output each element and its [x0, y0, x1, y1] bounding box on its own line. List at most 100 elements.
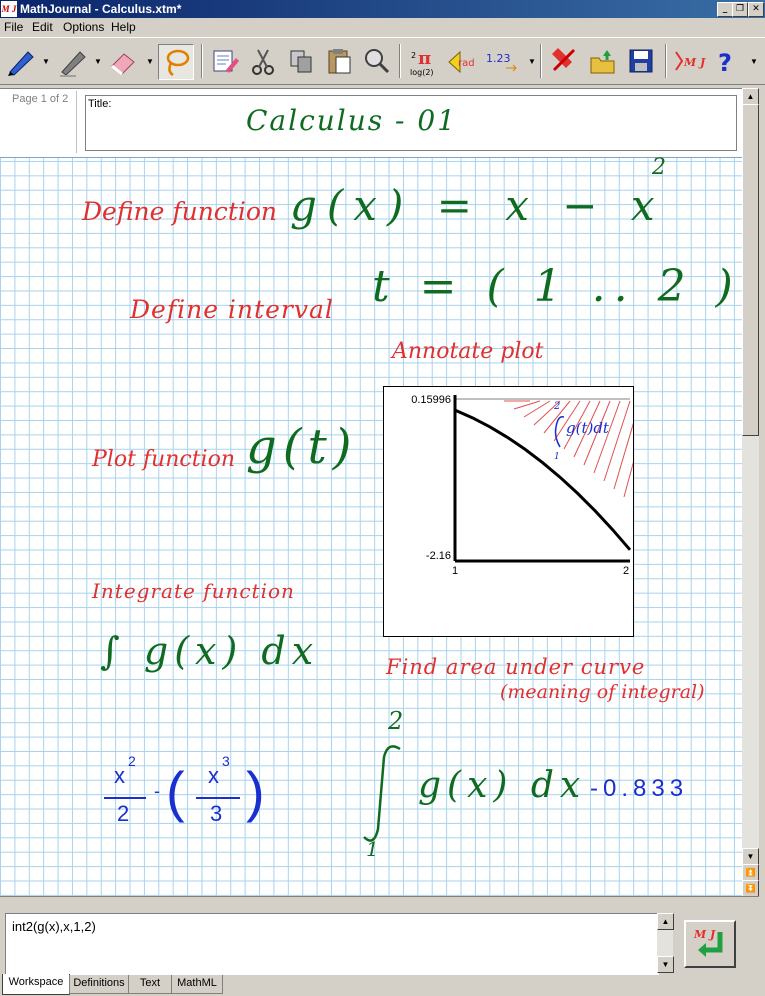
command-scrollbar[interactable]: ▲ ▼	[657, 913, 674, 973]
note-integrate-function[interactable]: Integrate function	[92, 579, 295, 603]
math-plot-call[interactable]: g(t)	[246, 419, 357, 475]
math-indefinite-integral[interactable]: ∫ g(x) dx	[100, 629, 319, 673]
annotation-lower-limit: 1	[554, 452, 560, 462]
title-ink: Calculus - 01	[246, 104, 458, 137]
svg-text:log(2): log(2)	[410, 68, 434, 77]
vertical-scrollbar[interactable]: ▲ ▼ ⏫ ⏬	[742, 88, 759, 897]
command-area	[5, 913, 659, 975]
scroll-down-icon[interactable]: ▼	[742, 848, 759, 865]
command-input[interactable]	[10, 918, 654, 935]
eraser-icon	[111, 53, 135, 76]
note-define-function[interactable]: Define function	[82, 197, 277, 226]
pi-icon: 2 π log(2)	[410, 48, 434, 77]
result-denominator-b: 3	[210, 801, 223, 826]
copy-button[interactable]	[284, 44, 318, 78]
scroll-up-icon[interactable]: ▲	[742, 88, 759, 105]
help-dropdown-icon[interactable]: ▼	[750, 57, 758, 66]
annotation-hatch-line	[593, 400, 621, 474]
close-button[interactable]: ✕	[748, 2, 764, 17]
menu-help[interactable]: Help	[111, 20, 136, 34]
plot-canvas: 0.15996-2.161 2g(t)dt21	[411, 394, 661, 577]
pen-dropdown-icon[interactable]: ▼	[42, 57, 50, 66]
pen-icon	[8, 51, 34, 76]
open-button[interactable]	[586, 44, 620, 78]
title-field[interactable]: Title: Calculus - 01	[85, 95, 737, 151]
svg-text:2: 2	[411, 51, 416, 60]
definite-integral-result[interactable]: -0.833	[590, 775, 688, 803]
mathml-export-button[interactable]: M J	[672, 44, 706, 78]
annotation-upper-limit: 2	[553, 401, 560, 412]
clear-button[interactable]	[546, 44, 580, 78]
svg-text:M J: M J	[693, 928, 716, 941]
recognize-button[interactable]	[360, 44, 394, 78]
result-denominator-a: 2	[117, 801, 130, 826]
lasso-tool-button[interactable]	[158, 44, 194, 80]
copy-icon	[290, 50, 312, 73]
note-annotate-plot[interactable]: Annotate plot	[392, 339, 544, 364]
enter-arrow-icon: M J	[693, 928, 723, 957]
help-button[interactable]: ?	[710, 44, 744, 78]
result-paren-close: )	[246, 760, 265, 823]
menu-options[interactable]: Options	[63, 20, 104, 34]
integral-upper-limit: 2	[388, 707, 404, 735]
execute-button[interactable]: M J	[684, 920, 736, 968]
tab-mathml[interactable]: MathML	[171, 975, 223, 994]
integral-result[interactable]: x 2 2 - ( x 3 3 )	[100, 751, 265, 831]
horizontal-splitter[interactable]	[0, 896, 759, 913]
minimize-button[interactable]: _	[717, 2, 733, 17]
y-tick-label-bottom: -2.16	[426, 550, 451, 562]
number-format-button[interactable]: 1.23	[484, 44, 528, 78]
text-note-button[interactable]	[208, 44, 242, 78]
restore-button[interactable]: ❐	[732, 2, 748, 17]
angle-rad-icon: rad	[448, 50, 475, 74]
cut-button[interactable]	[246, 44, 280, 78]
page-down-icon[interactable]: ⏬	[742, 880, 759, 897]
scissors-icon	[252, 49, 274, 75]
tab-text[interactable]: Text	[128, 975, 172, 994]
save-button[interactable]	[624, 44, 658, 78]
math-interval-definition[interactable]: t = ( 1 .. 2 )	[372, 261, 741, 312]
x-tick-label-left: 1	[452, 565, 458, 577]
page-up-icon[interactable]: ⏫	[742, 864, 759, 881]
svg-text:π: π	[418, 48, 431, 69]
paste-button[interactable]	[322, 44, 356, 78]
tab-workspace[interactable]: Workspace	[2, 974, 70, 995]
math-function-definition[interactable]: g(x) = x − x	[290, 181, 665, 230]
title-bar: M J MathJournal - Calculus.xtm* _ ❐ ✕	[0, 0, 765, 18]
menu-file[interactable]: File	[4, 20, 23, 34]
command-scroll-down-icon[interactable]: ▼	[657, 956, 674, 973]
eraser-tool-button[interactable]	[106, 44, 140, 78]
tab-definitions[interactable]: Definitions	[69, 975, 129, 994]
note-define-interval[interactable]: Define interval	[130, 295, 334, 324]
annotation-hatch-line	[513, 400, 541, 410]
note-meaning[interactable]: (meaning of integral)	[500, 681, 705, 703]
result-exponent-a: 2	[128, 753, 136, 769]
command-scroll-up-icon[interactable]: ▲	[657, 913, 674, 930]
scroll-thumb[interactable]	[742, 104, 759, 436]
annotation-hatch-line	[603, 400, 631, 482]
eraser-dropdown-icon[interactable]: ▼	[146, 57, 154, 66]
x-tick-label-right: 2	[623, 565, 629, 577]
pen-tool-button[interactable]	[4, 44, 38, 78]
magnifier-icon	[365, 49, 390, 74]
menu-bar: File Edit Options Help	[0, 18, 765, 36]
menu-edit[interactable]: Edit	[32, 20, 53, 34]
result-exponent-b: 3	[222, 753, 230, 769]
result-minus: -	[154, 781, 160, 801]
highlighter-tool-button[interactable]	[56, 44, 90, 78]
definite-integral-body[interactable]: g(x) dx	[418, 765, 586, 806]
angle-mode-button[interactable]: rad	[444, 44, 478, 78]
highlighter-dropdown-icon[interactable]: ▼	[94, 57, 102, 66]
note-plot-function[interactable]: Plot function	[92, 447, 235, 472]
number-format-icon: 1.23	[486, 52, 517, 72]
question-mark-icon: ?	[718, 49, 732, 77]
function-plot[interactable]: 0.15996 -2.16 1 2 g(t)dt 2 1	[383, 386, 661, 637]
note-find-area[interactable]: Find area under curve	[386, 655, 645, 679]
constants-button[interactable]: 2 π log(2)	[406, 44, 440, 78]
journal-page[interactable]: Page 1 of 2 Title: Calculus - 01 Define …	[0, 88, 742, 897]
y-tick-label-top: 0.15996	[411, 394, 451, 406]
number-format-dropdown-icon[interactable]: ▼	[528, 57, 536, 66]
result-paren-open: (	[166, 760, 185, 823]
lasso-icon	[166, 49, 190, 77]
eraser-red-icon	[552, 48, 576, 72]
